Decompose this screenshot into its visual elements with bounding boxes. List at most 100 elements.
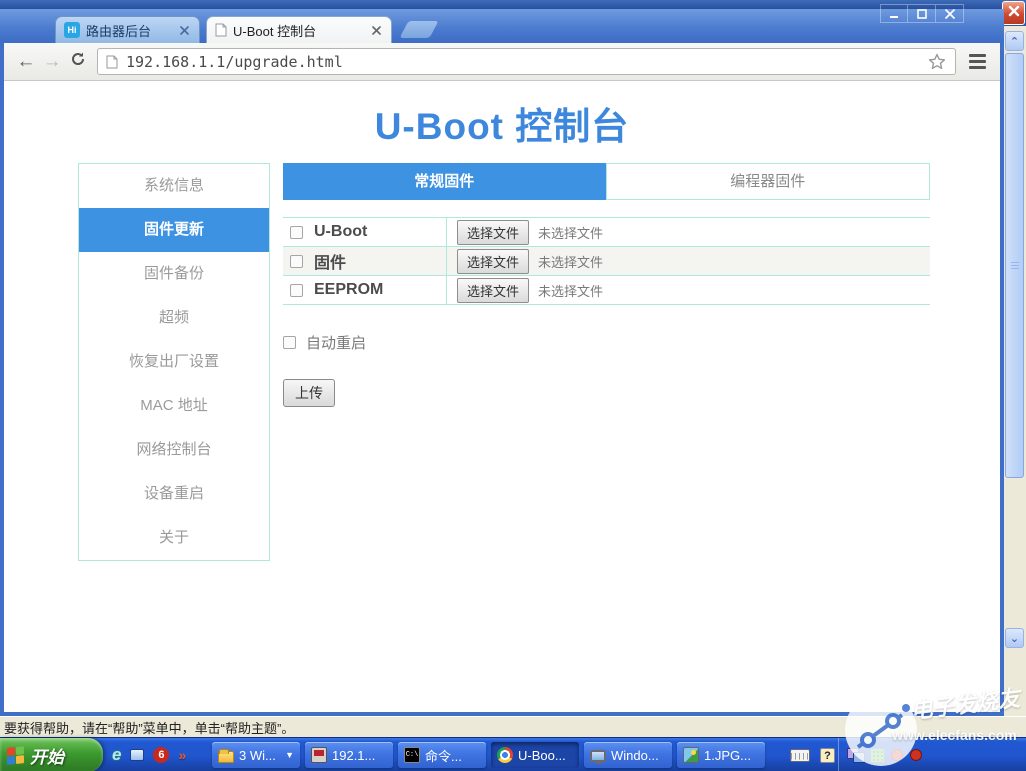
- sidebar-item-net-console[interactable]: 网络控制台: [79, 428, 269, 472]
- back-arrow-icon: ←: [17, 51, 36, 73]
- scrollbar-thumb[interactable]: [1005, 53, 1024, 478]
- new-tab-button[interactable]: [399, 21, 438, 38]
- help-icon[interactable]: ?: [820, 748, 835, 763]
- sidebar-item-reboot[interactable]: 设备重启: [79, 472, 269, 516]
- close-icon: [1008, 4, 1020, 22]
- quicklaunch-overflow-icon[interactable]: »: [178, 747, 186, 763]
- keyboard-icon[interactable]: [790, 749, 810, 762]
- reload-button[interactable]: [65, 49, 91, 75]
- menu-button[interactable]: [963, 49, 991, 75]
- sidebar-item-factory-reset[interactable]: 恢复出厂设置: [79, 340, 269, 384]
- auto-reboot-row: 自动重启: [283, 332, 930, 353]
- sidebar-item-system-info[interactable]: 系统信息: [79, 164, 269, 208]
- quick-launch: e 6 »: [112, 738, 186, 771]
- status-text: 要获得帮助，请在“帮助”菜单中，单击“帮助主题”。: [4, 718, 294, 737]
- main-panel: 常规固件 编程器固件 U-Boot 选择文件 未选择文件: [283, 163, 930, 561]
- page-content: U-Boot 控制台 系统信息 固件更新 固件备份 超频 恢复出厂设置 MAC …: [4, 81, 1000, 712]
- sidebar-item-firmware-backup[interactable]: 固件备份: [79, 252, 269, 296]
- address-bar[interactable]: 192.168.1.1/upgrade.html: [97, 48, 956, 75]
- browser-tabstrip: Hi 路由器后台 U-Boot 控制台: [0, 9, 1004, 43]
- tray-security-icon[interactable]: [891, 749, 903, 761]
- sidebar-item-about[interactable]: 关于: [79, 516, 269, 560]
- sidebar-item-overclock[interactable]: 超频: [79, 296, 269, 340]
- outer-scrollbar: ⌃ ⌄: [1004, 26, 1026, 716]
- tray-antivirus-icon[interactable]: [910, 749, 922, 761]
- outer-window-titlebar: [0, 0, 1026, 9]
- command-prompt-icon: C:\: [404, 747, 420, 763]
- bookmark-star-icon[interactable]: [927, 52, 947, 72]
- eeprom-checkbox[interactable]: [290, 284, 303, 297]
- tab-close-icon[interactable]: [177, 23, 191, 37]
- tab-close-icon[interactable]: [369, 23, 383, 37]
- firmware-choose-file-button[interactable]: 选择文件: [457, 249, 529, 274]
- minimize-button[interactable]: [880, 4, 908, 23]
- sidebar: 系统信息 固件更新 固件备份 超频 恢复出厂设置 MAC 地址 网络控制台 设备…: [78, 163, 270, 561]
- ie-icon[interactable]: e: [112, 745, 121, 765]
- upload-button[interactable]: 上传: [283, 379, 335, 407]
- window-controls: [880, 4, 964, 23]
- auto-reboot-checkbox[interactable]: [283, 336, 296, 349]
- start-button[interactable]: 开始: [0, 738, 103, 771]
- eeprom-choose-file-button[interactable]: 选择文件: [457, 278, 529, 303]
- hamburger-icon: [969, 54, 986, 57]
- auto-reboot-label: 自动重启: [306, 332, 366, 353]
- network-computers-icon[interactable]: [847, 748, 864, 762]
- table-row-eeprom: EEPROM 选择文件 未选择文件: [283, 276, 930, 305]
- tab-label: 路由器后台: [86, 21, 177, 40]
- taskbar-button-image-viewer[interactable]: 1.JPG...: [677, 742, 765, 768]
- remote-desktop-icon: [311, 747, 327, 763]
- page-layout: 系统信息 固件更新 固件备份 超频 恢复出厂设置 MAC 地址 网络控制台 设备…: [78, 163, 930, 561]
- firmware-checkbox[interactable]: [290, 255, 303, 268]
- uboot-checkbox[interactable]: [290, 226, 303, 239]
- tab-programmer-firmware[interactable]: 编程器固件: [606, 163, 931, 200]
- taskbar: 开始 e 6 » 3 Wi... ▼ 192.1... C:\ 命令...: [0, 737, 1026, 771]
- network-activity-icon[interactable]: [871, 749, 884, 762]
- sidebar-item-firmware-update[interactable]: 固件更新: [79, 208, 269, 252]
- row-label: EEPROM: [314, 281, 383, 299]
- chevron-up-icon: ⌃: [1010, 35, 1019, 48]
- page-favicon-icon: [215, 23, 227, 37]
- table-row-uboot: U-Boot 选择文件 未选择文件: [283, 218, 930, 247]
- red-6-browser-icon[interactable]: 6: [153, 747, 169, 763]
- hi-favicon-icon: Hi: [64, 22, 80, 38]
- firmware-tabs: 常规固件 编程器固件: [283, 163, 930, 200]
- close-button[interactable]: [936, 4, 964, 23]
- scroll-down-button[interactable]: ⌄: [1005, 628, 1024, 648]
- browser-tab-router[interactable]: Hi 路由器后台: [55, 16, 200, 43]
- maximize-button[interactable]: [908, 4, 936, 23]
- taskbar-button-windows-app[interactable]: Windo...: [584, 742, 672, 768]
- task-buttons: 3 Wi... ▼ 192.1... C:\ 命令... U-Boo... Wi…: [212, 742, 765, 768]
- forward-button[interactable]: →: [39, 49, 65, 75]
- table-row-firmware: 固件 选择文件 未选择文件: [283, 247, 930, 276]
- url-text[interactable]: 192.168.1.1/upgrade.html: [126, 53, 927, 71]
- taskbar-button-remote-desktop[interactable]: 192.1...: [305, 742, 393, 768]
- row-label: U-Boot: [314, 223, 367, 241]
- computer-icon: [590, 750, 606, 762]
- forward-arrow-icon: →: [43, 51, 62, 73]
- page-icon: [106, 55, 118, 69]
- file-status: 未选择文件: [538, 252, 603, 271]
- start-label: 开始: [30, 743, 74, 768]
- show-desktop-icon[interactable]: [130, 749, 144, 761]
- windows-logo-icon: [7, 746, 24, 765]
- group-caret-icon: ▼: [285, 750, 294, 760]
- tab-regular-firmware[interactable]: 常规固件: [283, 163, 606, 200]
- image-viewer-icon: [683, 747, 699, 763]
- scroll-up-button[interactable]: ⌃: [1005, 31, 1024, 51]
- taskbar-button-explorer-group[interactable]: 3 Wi... ▼: [212, 742, 300, 768]
- language-bar: ?: [790, 738, 835, 771]
- taskbar-button-cmd[interactable]: C:\ 命令...: [398, 742, 486, 768]
- chevron-down-icon: ⌄: [1010, 632, 1019, 645]
- upload-table: U-Boot 选择文件 未选择文件 固件: [283, 217, 930, 305]
- browser-window: Hi 路由器后台 U-Boot 控制台: [0, 9, 1004, 716]
- browser-tab-uboot[interactable]: U-Boot 控制台: [206, 16, 392, 43]
- back-button[interactable]: ←: [13, 49, 39, 75]
- outer-window-close-button[interactable]: [1002, 1, 1025, 25]
- browser-toolbar: ← → 192.168.1.1/upgrade.html: [4, 43, 1000, 81]
- row-label: 固件: [314, 249, 346, 273]
- taskbar-button-chrome[interactable]: U-Boo...: [491, 742, 579, 768]
- uboot-choose-file-button[interactable]: 选择文件: [457, 220, 529, 245]
- sidebar-item-mac-address[interactable]: MAC 地址: [79, 384, 269, 428]
- desktop-screen: Hi 路由器后台 U-Boot 控制台: [0, 0, 1026, 771]
- folder-icon: [218, 751, 234, 763]
